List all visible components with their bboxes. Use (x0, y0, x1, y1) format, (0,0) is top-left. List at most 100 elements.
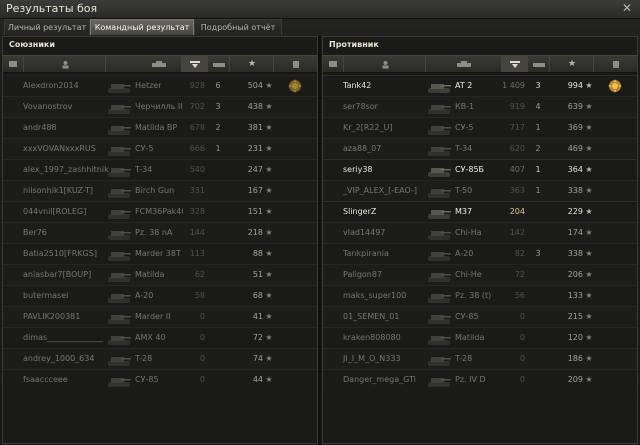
table-row[interactable]: Ber76 Pz. 38 nA 144 218 ★ (3, 222, 317, 243)
tank-icon (107, 247, 131, 261)
kills-column-icon[interactable] (527, 56, 550, 72)
table-row[interactable]: butermasei A-20 58 68 ★ (3, 285, 317, 306)
tank-name: Marder II (135, 312, 171, 321)
tank-icon (427, 310, 451, 324)
medal-column-icon[interactable] (273, 56, 318, 72)
xp-value: 167 (247, 186, 263, 195)
platoon-column-icon[interactable] (323, 56, 343, 72)
xp-value: 338 (567, 249, 583, 258)
tab-team-result[interactable]: Командный результат (90, 19, 194, 35)
xp-value: 639 (567, 102, 583, 111)
table-row[interactable]: seriy38 СУ-85Б 407 1 364 ★ (323, 159, 637, 180)
kills-value (529, 328, 547, 348)
damage-value: 82 (514, 249, 525, 258)
xp-column-icon[interactable]: ★ (549, 56, 594, 72)
tank-icon (427, 184, 451, 198)
table-row[interactable]: SlingerZ M37 204 229 ★ (323, 201, 637, 222)
tank-icon (427, 226, 451, 240)
kills-column-icon[interactable] (207, 56, 230, 72)
table-row[interactable]: fsaaccceee СУ-85 0 44 ★ (3, 369, 317, 390)
table-row[interactable]: Tankpirania A-20 82 3 338 ★ (323, 243, 637, 264)
allies-panel: Союзники ★ Alexdron2014 Hetzer 928 6 504… (2, 36, 318, 444)
table-row[interactable]: vlad14497 Chi-Ha 142 174 ★ (323, 222, 637, 243)
damage-value: 58 (194, 291, 205, 300)
kills-value: 1 (535, 123, 541, 132)
xp-value: 133 (567, 291, 583, 300)
kills-value (209, 202, 227, 222)
kills-value (209, 349, 227, 369)
tank-icon (427, 142, 451, 156)
damage-value: 363 (509, 186, 525, 195)
battle-results-window: Результаты боя ✕ Личный результат Команд… (0, 0, 640, 445)
xp-column-icon[interactable]: ★ (229, 56, 274, 72)
star-icon: ★ (585, 228, 593, 237)
tab-detailed-report[interactable]: Подробный отчёт (194, 19, 282, 35)
xp-value: 218 (247, 228, 263, 237)
star-icon: ★ (265, 249, 273, 258)
damage-column-sort[interactable] (501, 56, 528, 72)
table-row[interactable]: andrey_1000_634 T-28 0 74 ★ (3, 348, 317, 369)
table-row[interactable]: 01_SEMEN_01 СУ-85 0 215 ★ (323, 306, 637, 327)
damage-column-sort[interactable] (181, 56, 208, 72)
table-row[interactable]: Vovanostrov Черчилль III 702 3 438 ★ (3, 96, 317, 117)
table-row[interactable]: aniasbar7[BOUP] Matilda 62 51 ★ (3, 264, 317, 285)
table-row[interactable]: Tank42 AT 21 409 3 994 ★ (323, 75, 637, 96)
kills-value: 3 (215, 102, 221, 111)
kills-value (209, 181, 227, 201)
table-row[interactable]: Alexdron2014 Hetzer 928 6 504 ★ (3, 75, 317, 96)
table-row[interactable]: xxxVOVANxxxRUS СУ-5 666 1 231 ★ (3, 138, 317, 159)
star-icon: ★ (585, 165, 593, 174)
damage-value: 928 (189, 81, 205, 90)
table-row[interactable]: PAVLIK200381 Marder II 0 41 ★ (3, 306, 317, 327)
table-row[interactable]: aza88_07 T-34 620 2 469 ★ (323, 138, 637, 159)
kills-value (529, 349, 547, 369)
table-row[interactable]: ser78sor КВ-1 919 4 639 ★ (323, 96, 637, 117)
table-row[interactable]: nilsonhik1[KUZ-T] Birch Gun 331 167 ★ (3, 180, 317, 201)
tank-column-icon[interactable] (425, 56, 502, 72)
tank-name: Marder 38T (135, 249, 181, 258)
xp-value: 174 (567, 228, 583, 237)
tank-name: T-34 (135, 165, 153, 174)
table-row[interactable]: _VIP_ALEX_[-EAO-] T-50 363 1 338 ★ (323, 180, 637, 201)
table-row[interactable]: dimas______________ AMX 40 0 72 ★ (3, 327, 317, 348)
damage-value: 407 (509, 165, 525, 174)
table-row[interactable]: kraken808080 Matilda 0 120 ★ (323, 327, 637, 348)
damage-value: 144 (189, 228, 205, 237)
damage-value: 0 (199, 375, 205, 384)
table-row[interactable]: Danger_mega_GTi Pz. IV D 0 209 ★ (323, 369, 637, 390)
star-icon: ★ (265, 186, 273, 195)
xp-value: 44 (252, 375, 263, 384)
table-row[interactable]: andr488 Matilda BP 678 2 381 ★ (3, 117, 317, 138)
tank-icon (107, 163, 131, 177)
medal-icon[interactable] (287, 78, 303, 94)
tab-personal-result[interactable]: Личный результат (4, 19, 90, 35)
table-row[interactable]: JI_I_M_O_N333 T-28 0 186 ★ (323, 348, 637, 369)
tank-icon (107, 205, 131, 219)
damage-value: 919 (509, 102, 525, 111)
table-row[interactable]: Batia2510[FRKGS] Marder 38T 113 88 ★ (3, 243, 317, 264)
tank-name: T-28 (135, 354, 153, 363)
star-icon: ★ (265, 144, 273, 153)
star-icon: ★ (585, 186, 593, 195)
table-row[interactable]: Paligon87 Chi-He 72 206 ★ (323, 264, 637, 285)
xp-value: 504 (247, 81, 263, 90)
table-row[interactable]: 044vnil[ROLEG] FCM36Pak40 328 151 ★ (3, 201, 317, 222)
tank-name: СУ-85 (455, 312, 479, 321)
xp-value: 186 (567, 354, 583, 363)
player-column-icon[interactable] (343, 56, 426, 72)
kills-value: 4 (535, 102, 541, 111)
star-icon: ★ (265, 375, 273, 384)
star-icon: ★ (265, 165, 273, 174)
platoon-column-icon[interactable] (3, 56, 23, 72)
kills-value (209, 223, 227, 243)
table-row[interactable]: alex_1997_zashhitnik T-34 540 247 ★ (3, 159, 317, 180)
table-row[interactable]: Kr_2[R22_U] СУ-5 717 1 369 ★ (323, 117, 637, 138)
table-row[interactable]: maks_super100 Pz. 38 (t) 56 133 ★ (323, 285, 637, 306)
close-icon[interactable]: ✕ (620, 1, 634, 15)
xp-value: 338 (567, 186, 583, 195)
medal-column-icon[interactable] (593, 56, 638, 72)
player-column-icon[interactable] (23, 56, 106, 72)
medal-icon[interactable] (607, 78, 623, 94)
kills-value: 1 (215, 144, 221, 153)
star-icon: ★ (265, 333, 273, 342)
